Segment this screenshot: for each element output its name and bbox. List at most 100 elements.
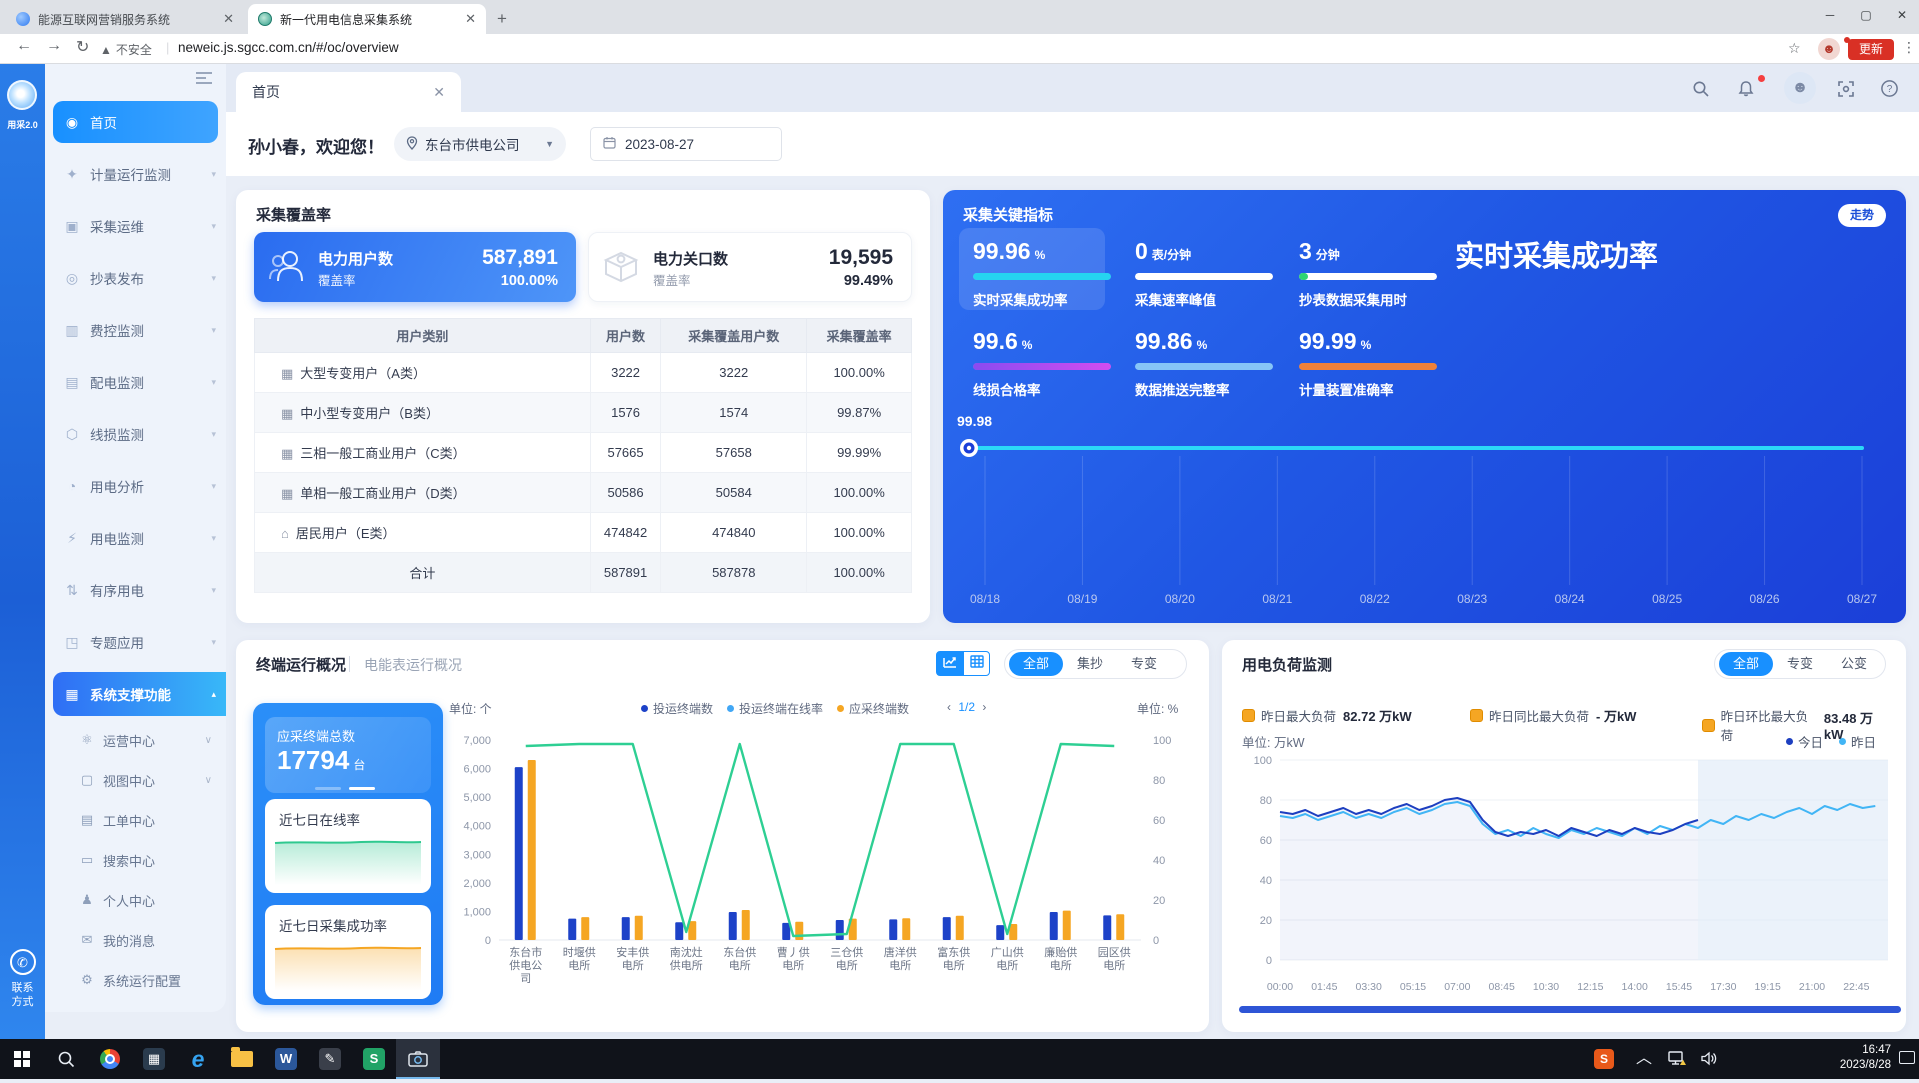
table-row[interactable]: ▦单相一般工商业用户（D类）5058650584100.00% — [255, 473, 912, 513]
kpi-trend-chart[interactable]: 08/1808/1908/2008/2108/2208/2308/2408/25… — [943, 400, 1906, 623]
sidebar-subitem-6[interactable]: ✉我的消息 — [45, 920, 226, 960]
org-select[interactable]: 东台市供电公司 ▼ — [394, 127, 566, 161]
load-filter-公变[interactable]: 公变 — [1827, 652, 1881, 676]
page-tab-close-icon[interactable]: ✕ — [433, 84, 445, 101]
sidebar-item-10[interactable]: ⇅有序用电▾ — [45, 564, 226, 616]
legend-item[interactable]: 投运终端数 — [641, 700, 713, 717]
load-line-chart[interactable]: 10080604020000:0001:4503:3005:1507:0008:… — [1228, 750, 1900, 1002]
table-view-button[interactable] — [963, 651, 990, 676]
chart-view-button[interactable] — [936, 651, 963, 676]
sidebar-item-2[interactable]: ✦计量运行监测▾ — [45, 148, 226, 200]
search-icon[interactable] — [1686, 74, 1716, 104]
sidebar-item-5[interactable]: ▥费控监测▾ — [45, 304, 226, 356]
legend-item[interactable]: 应采终端数 — [837, 700, 909, 717]
taskbar-chrome-icon[interactable] — [88, 1039, 132, 1079]
taskbar-calculator-icon[interactable]: ▦ — [132, 1039, 176, 1079]
sidebar-subitem-4[interactable]: ▭搜索中心 — [45, 840, 226, 880]
sidebar-subitem-5[interactable]: ♟个人中心 — [45, 880, 226, 920]
window-close-button[interactable]: ✕ — [1885, 0, 1919, 30]
new-tab-button[interactable]: + — [497, 9, 507, 29]
sidebar-subitem-7[interactable]: ⚙系统运行配置 — [45, 960, 226, 1000]
tab2-close-icon[interactable]: ✕ — [465, 11, 476, 27]
sidebar-item-7[interactable]: ⬡线损监测▾ — [45, 408, 226, 460]
taskbar-pen-app-icon[interactable]: ✎ — [308, 1039, 352, 1079]
back-icon[interactable]: ← — [16, 37, 32, 55]
sidebar-item-9[interactable]: ⚡用电监测▾ — [45, 512, 226, 564]
table-row[interactable]: ▦中小型专变用户（B类）1576157499.87% — [255, 393, 912, 433]
action-center-icon[interactable] — [1899, 1051, 1915, 1064]
carousel-dash-2[interactable] — [349, 787, 375, 790]
tray-chevron-icon[interactable]: ︿ — [1631, 1039, 1657, 1079]
tray-network-icon[interactable] — [1663, 1039, 1691, 1079]
terminal-filter-全部[interactable]: 全部 — [1009, 652, 1063, 676]
sidebar-subitem-2[interactable]: ▢视图中心∨ — [45, 760, 226, 800]
window-maximize-button[interactable]: ▢ — [1849, 0, 1883, 30]
user-avatar[interactable]: ☻ — [1784, 72, 1816, 104]
terminal-title[interactable]: 终端运行概况 — [256, 654, 346, 675]
tray-volume-icon[interactable] — [1695, 1039, 1723, 1079]
page-next-icon[interactable]: › — [982, 700, 986, 714]
sidebar-item-icon: ▤ — [63, 374, 81, 391]
start-button[interactable] — [0, 1039, 44, 1079]
browser-tab-1[interactable]: 能源互联网营销服务系统 ✕ — [6, 4, 244, 34]
taskbar-camera-app-icon[interactable] — [396, 1039, 440, 1079]
sidebar-collapse-icon[interactable] — [196, 72, 212, 84]
url-text[interactable]: neweic.js.sgcc.com.cn/#/oc/overview — [178, 40, 399, 55]
browser-avatar[interactable]: ☻ — [1818, 38, 1840, 60]
browser-tab-2[interactable]: 新一代用电信息采集系统 ✕ — [248, 4, 486, 34]
tray-s-icon[interactable]: S — [1589, 1039, 1619, 1079]
table-row[interactable]: ▦三相一般工商业用户（C类）576655765899.99% — [255, 433, 912, 473]
security-warning[interactable]: ▲不安全 — [100, 41, 152, 58]
date-picker[interactable]: 2023-08-27 — [590, 127, 782, 161]
sidebar-item-icon: ▦ — [63, 686, 81, 703]
taskbar-word-icon[interactable]: W — [264, 1039, 308, 1079]
table-row[interactable]: ⌂居民用户（E类）474842474840100.00% — [255, 513, 912, 553]
page-tab-home[interactable]: 首页 ✕ — [236, 72, 461, 112]
legend-item[interactable]: 投运终端在线率 — [727, 700, 823, 717]
kpi-metric-1: 99.96%实时采集成功率 — [973, 238, 1133, 309]
terminal-bar-chart[interactable]: 7,0006,0005,0004,0003,0002,0001,00001008… — [441, 722, 1201, 1027]
table-row[interactable]: ▦大型专变用户（A类）32223222100.00% — [255, 353, 912, 393]
carousel-dash-1[interactable] — [315, 787, 341, 790]
power-users-card[interactable]: 电力用户数587,891 覆盖率100.00% — [254, 232, 576, 302]
window-minimize-button[interactable]: ─ — [1813, 0, 1847, 30]
bookmark-star-icon[interactable]: ☆ — [1788, 40, 1801, 57]
taskbar-green-s-app-icon[interactable]: S — [352, 1039, 396, 1079]
terminal-filter-专变[interactable]: 专变 — [1117, 652, 1171, 676]
meter-overview-tab[interactable]: 电能表运行概况 — [364, 655, 462, 675]
forward-icon[interactable]: → — [46, 37, 62, 55]
browser-menu-icon[interactable]: ⋮ — [1902, 39, 1916, 56]
bell-icon[interactable] — [1731, 74, 1761, 104]
power-gateways-card[interactable]: 电力关口数19,595 覆盖率99.49% — [588, 232, 912, 302]
contact-block[interactable]: ✆ 联系 方式 — [0, 949, 45, 1009]
taskbar-clock[interactable]: 16:47 2023/8/28 — [1821, 1043, 1891, 1073]
sidebar-item-1[interactable]: ◉首页 — [45, 96, 226, 148]
sidebar-item-11[interactable]: ◳专题应用▾ — [45, 616, 226, 668]
taskbar-explorer-icon[interactable] — [220, 1039, 264, 1079]
sidebar-item-8[interactable]: ◔用电分析▾ — [45, 460, 226, 512]
browser-update-button[interactable]: 更新 — [1848, 39, 1894, 60]
sidebar-item-3[interactable]: ▣采集运维▾ — [45, 200, 226, 252]
reload-icon[interactable]: ↻ — [76, 37, 89, 57]
legend-item[interactable]: 今日 — [1786, 732, 1823, 751]
sidebar-subitem-1[interactable]: ⚛运营中心∨ — [45, 720, 226, 760]
page-prev-icon[interactable]: ‹ — [947, 700, 951, 714]
online-rate-spark-card[interactable]: 近七日在线率 — [265, 799, 431, 893]
tab1-close-icon[interactable]: ✕ — [223, 11, 234, 27]
table-row[interactable]: 合计587891587878100.00% — [255, 553, 912, 593]
load-zoom-slider[interactable] — [1239, 1006, 1901, 1013]
sidebar-item-4[interactable]: ◎抄表发布▾ — [45, 252, 226, 304]
sidebar-subitem-3[interactable]: ▤工单中心 — [45, 800, 226, 840]
success-rate-spark-card[interactable]: 近七日采集成功率 — [265, 905, 431, 999]
taskbar-edge-icon[interactable]: e — [176, 1039, 220, 1079]
help-icon[interactable]: ? — [1874, 74, 1904, 104]
legend-item[interactable]: 昨日 — [1839, 732, 1876, 751]
terminal-filter-集抄[interactable]: 集抄 — [1063, 652, 1117, 676]
load-filter-专变[interactable]: 专变 — [1773, 652, 1827, 676]
sidebar-item-6[interactable]: ▤配电监测▾ — [45, 356, 226, 408]
sidebar-item-12[interactable]: ▦系统支撑功能▴ — [45, 668, 226, 720]
load-filter-全部[interactable]: 全部 — [1719, 652, 1773, 676]
taskbar-search-icon[interactable] — [44, 1039, 88, 1079]
fullscreen-icon[interactable] — [1831, 74, 1861, 104]
trend-badge-button[interactable]: 走势 — [1838, 204, 1886, 227]
